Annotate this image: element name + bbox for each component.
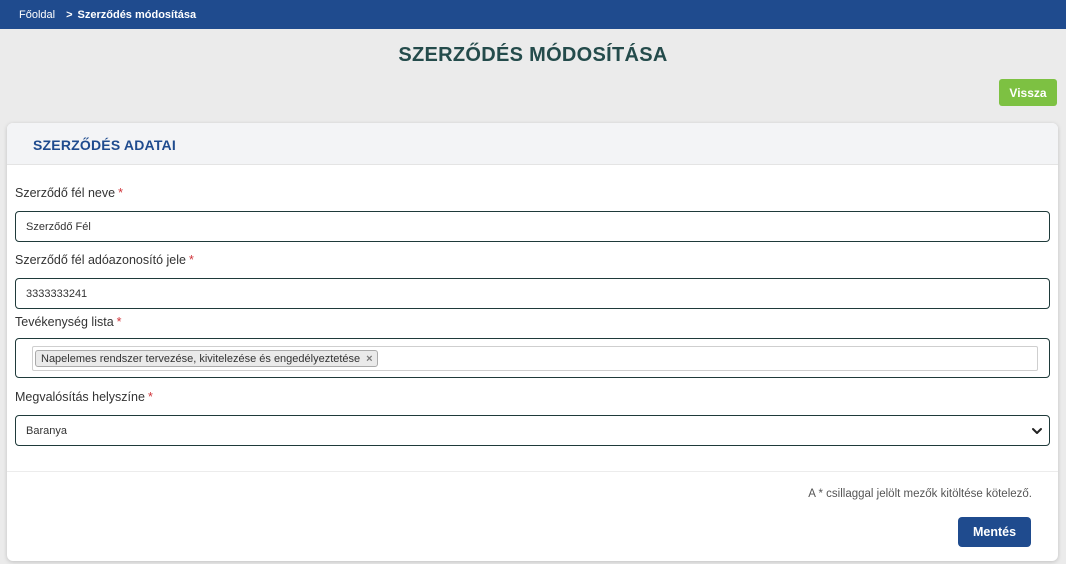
top-nav-bar: Főoldal > Szerződés módosítása [0, 0, 1066, 29]
activity-list-label-text: Tevékenység lista [15, 315, 114, 329]
tax-id-value: 3333333241 [26, 287, 88, 300]
required-mark: * [147, 390, 153, 404]
activity-list-label: Tevékenység lista * [15, 315, 122, 329]
chevron-down-icon [1032, 428, 1042, 434]
activity-multiselect[interactable]: Napelemes rendszer tervezése, kivitelezé… [32, 346, 1038, 371]
divider [7, 471, 1058, 472]
breadcrumb-current: Szerződés módosítása [77, 8, 197, 21]
tax-id-label: Szerződő fél adóazonosító jele * [15, 253, 194, 267]
required-fields-note: A * csillaggal jelölt mezők kitöltése kö… [808, 488, 1032, 500]
activity-tag-label: Napelemes rendszer tervezése, kivitelezé… [41, 352, 361, 365]
tax-id-label-text: Szerződő fél adóazonosító jele [15, 253, 186, 267]
party-name-input[interactable]: Szerződő Fél [15, 211, 1050, 242]
breadcrumb-home[interactable]: Főoldal [19, 9, 55, 21]
breadcrumb-separator: > [66, 8, 73, 21]
back-button[interactable]: Vissza [999, 79, 1057, 106]
required-mark: * [118, 186, 123, 200]
location-label: Megvalósítás helyszíne * [15, 390, 153, 404]
card-header: SZERZŐDÉS ADATAI [7, 123, 1058, 165]
activity-tag: Napelemes rendszer tervezése, kivitelezé… [35, 350, 378, 367]
page-title: SZERZŐDÉS MÓDOSÍTÁSA [398, 44, 668, 66]
card-title: SZERZŐDÉS ADATAI [33, 137, 176, 153]
activity-list-field: Napelemes rendszer tervezése, kivitelezé… [15, 338, 1050, 378]
tax-id-input[interactable]: 3333333241 [15, 278, 1050, 309]
location-label-text: Megvalósítás helyszíne [15, 390, 145, 404]
location-select[interactable]: Baranya [15, 415, 1050, 446]
save-button[interactable]: Mentés [958, 517, 1031, 547]
close-icon[interactable]: × [366, 353, 372, 365]
required-mark: * [116, 315, 122, 329]
contract-details-card: SZERZŐDÉS ADATAI Szerződő fél neve * Szer… [7, 123, 1058, 561]
party-name-label-text: Szerződő fél neve [15, 186, 116, 200]
location-selected-value: Baranya [26, 424, 67, 437]
party-name-label: Szerződő fél neve * [15, 186, 123, 200]
required-mark: * [188, 253, 194, 267]
party-name-value: Szerződő Fél [26, 220, 91, 233]
